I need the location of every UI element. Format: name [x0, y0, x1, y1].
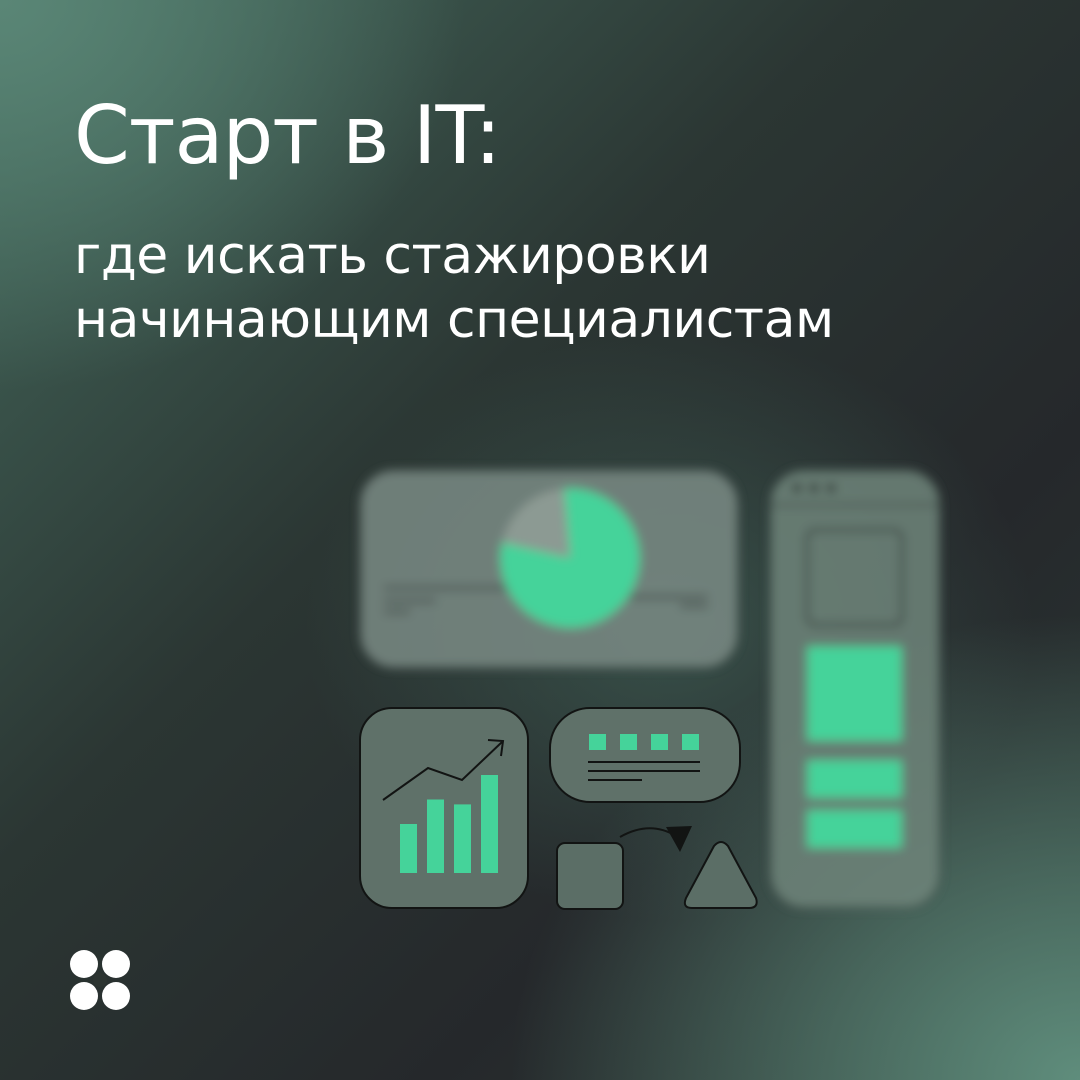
- arrow-head-icon: [666, 826, 692, 852]
- message-card: [549, 707, 741, 803]
- triangle-shape: [683, 841, 758, 909]
- bar-chart-card: [359, 707, 529, 909]
- dashboard-card: [359, 469, 739, 669]
- phone-mockup: [769, 469, 941, 909]
- dot-3: [651, 734, 668, 750]
- dot-2: [620, 734, 637, 750]
- dot-4: [682, 734, 699, 750]
- four-circle-logo-icon: [70, 950, 130, 1010]
- dot-1: [589, 734, 606, 750]
- square-shape: [556, 842, 624, 910]
- ui-illustration: [359, 469, 941, 910]
- bar-2: [427, 799, 444, 873]
- bar-4: [481, 775, 498, 873]
- bar-1: [400, 824, 417, 873]
- bar-3: [454, 804, 471, 873]
